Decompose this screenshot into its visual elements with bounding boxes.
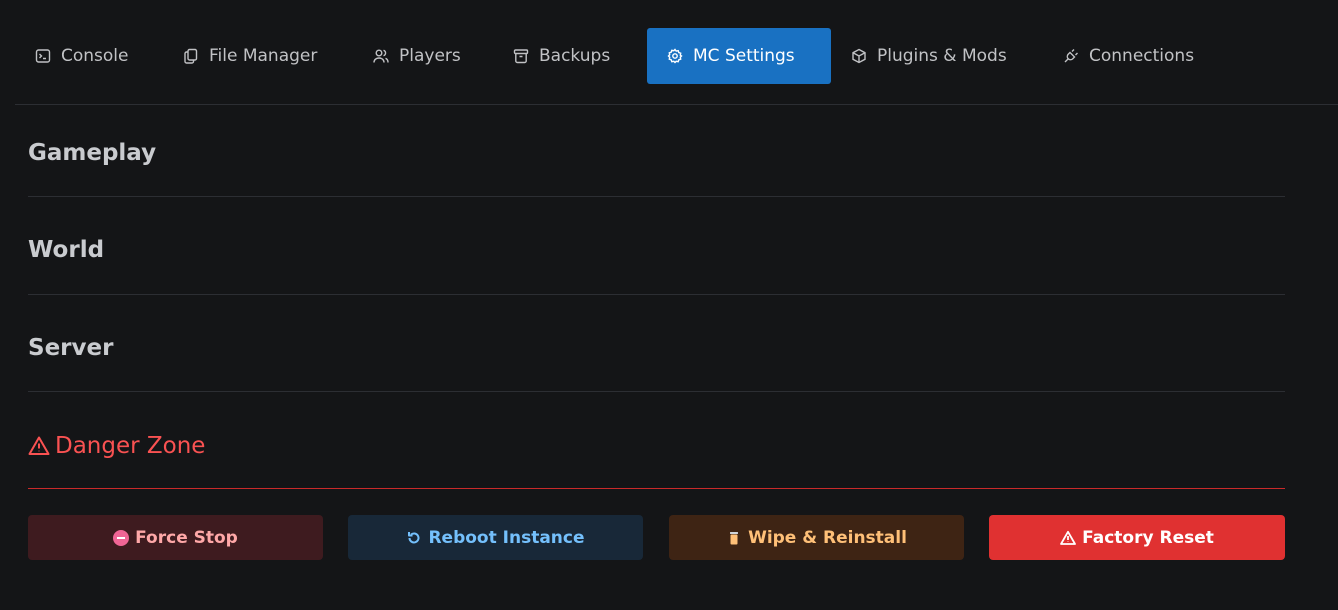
- factory-reset-button[interactable]: Factory Reset: [989, 515, 1285, 560]
- force-stop-button[interactable]: Force Stop: [28, 515, 323, 560]
- tab-label: Players: [399, 46, 461, 66]
- tab-players[interactable]: Players: [353, 28, 481, 84]
- tab-label: Backups: [539, 46, 611, 66]
- plug-icon: [1063, 48, 1079, 64]
- warning-icon: [1060, 530, 1077, 546]
- tab-bar: Console File Manager Players Backups MC …: [15, 0, 1338, 105]
- section-title-gameplay: Gameplay: [28, 140, 157, 166]
- tab-label: MC Settings: [693, 46, 795, 66]
- refresh-icon: [406, 530, 422, 546]
- warning-icon: [28, 435, 50, 457]
- danger-actions: Force Stop Reboot Instance Wipe & Reinst…: [28, 515, 1285, 560]
- files-icon: [183, 48, 199, 64]
- tab-file-manager[interactable]: File Manager: [163, 28, 337, 84]
- gear-icon: [667, 48, 683, 64]
- section-gameplay[interactable]: Gameplay: [28, 105, 1285, 197]
- factory-reset-label: Factory Reset: [1082, 527, 1214, 548]
- trash-icon: [726, 530, 742, 546]
- archive-icon: [513, 48, 529, 64]
- users-icon: [373, 48, 389, 64]
- package-icon: [851, 48, 867, 64]
- tab-label: File Manager: [209, 46, 318, 66]
- section-world[interactable]: World: [28, 197, 1285, 295]
- tab-connections[interactable]: Connections: [1043, 28, 1214, 84]
- stop-circle-icon: [113, 529, 130, 546]
- danger-zone-label: Danger Zone: [55, 433, 206, 459]
- settings-page: Console File Manager Players Backups MC …: [0, 0, 1338, 610]
- tab-mc-settings[interactable]: MC Settings: [647, 28, 831, 84]
- tab-label: Plugins & Mods: [877, 46, 1007, 66]
- tab-label: Connections: [1089, 46, 1195, 66]
- section-title-server: Server: [28, 335, 114, 361]
- tab-backups[interactable]: Backups: [493, 28, 630, 84]
- force-stop-label: Force Stop: [135, 527, 238, 548]
- section-server[interactable]: Server: [28, 295, 1285, 392]
- wipe-label: Wipe & Reinstall: [748, 527, 907, 548]
- danger-divider: [28, 488, 1285, 489]
- tab-plugins-mods[interactable]: Plugins & Mods: [831, 28, 1027, 84]
- reboot-instance-button[interactable]: Reboot Instance: [348, 515, 643, 560]
- tab-label: Console: [61, 46, 129, 66]
- wipe-reinstall-button[interactable]: Wipe & Reinstall: [669, 515, 964, 560]
- tab-console[interactable]: Console: [15, 28, 149, 84]
- section-title-world: World: [28, 237, 105, 263]
- terminal-icon: [35, 48, 51, 64]
- reboot-label: Reboot Instance: [428, 527, 585, 548]
- section-title-danger-zone: Danger Zone: [28, 433, 205, 459]
